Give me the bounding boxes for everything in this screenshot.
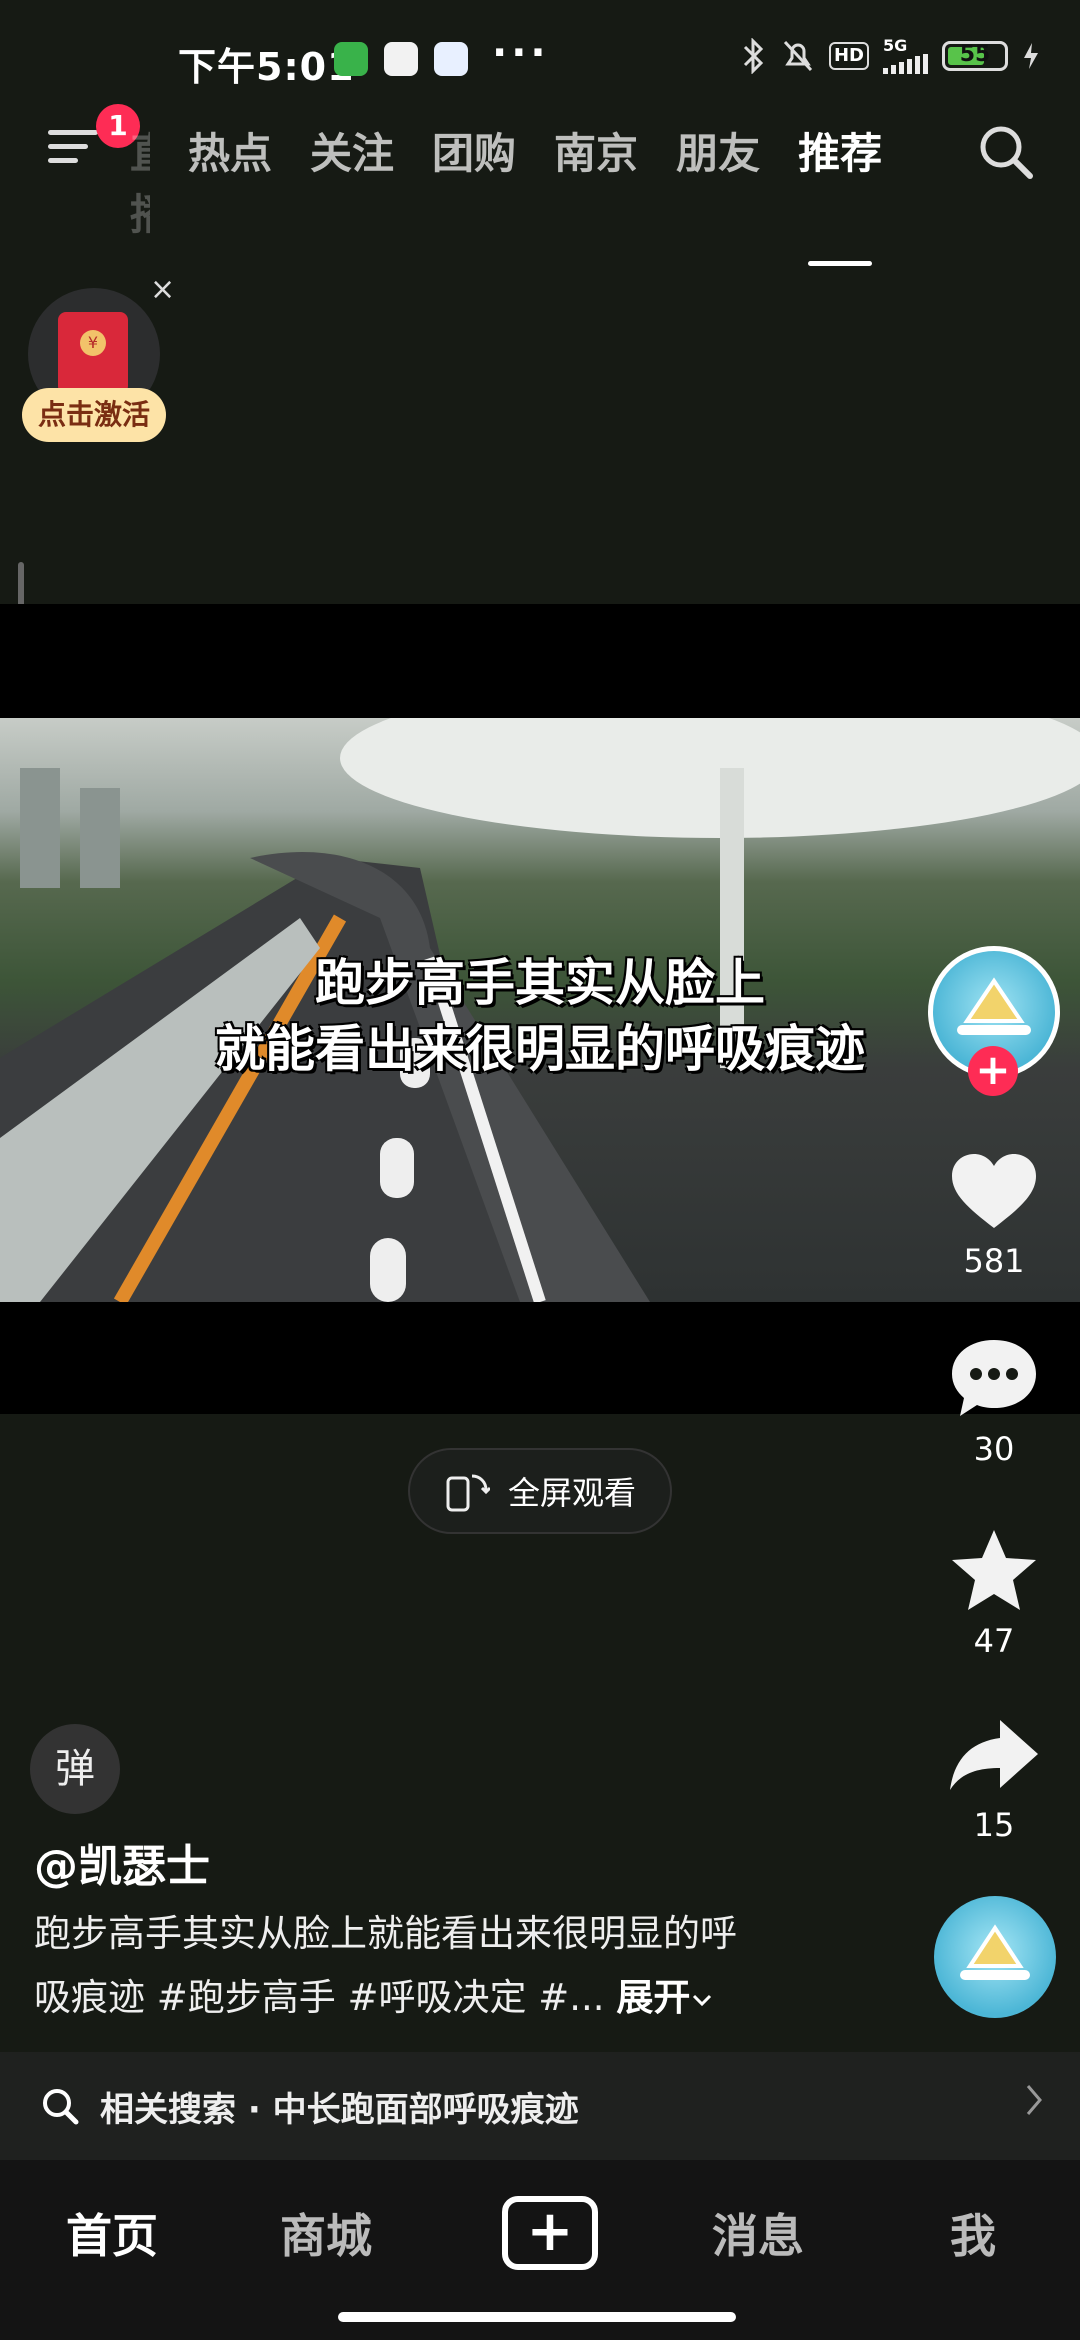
nav-home[interactable]: 首页 bbox=[66, 2200, 158, 2266]
tab-live[interactable]: 直播 bbox=[130, 120, 150, 242]
status-right-icons: HD 5G 55 bbox=[741, 38, 1040, 74]
cellular-signal: 5G bbox=[883, 38, 928, 74]
description-line-1: 跑步高手其实从脸上就能看出来很明显的呼 bbox=[34, 1912, 737, 1955]
network-type: 5G bbox=[883, 36, 908, 55]
share-count: 15 bbox=[973, 1806, 1015, 1844]
subtitle-line-2: 就能看出来很明显的呼吸痕迹 bbox=[215, 1019, 865, 1078]
fullscreen-label: 全屏观看 bbox=[507, 1474, 636, 1512]
activate-button[interactable]: 点击激活 bbox=[22, 388, 166, 442]
signal-bars-icon bbox=[883, 54, 928, 74]
tab-hot[interactable]: 热点 bbox=[188, 120, 272, 242]
mute-bell-icon bbox=[783, 40, 813, 72]
music-disc-avatar[interactable] bbox=[934, 1896, 1056, 2018]
chevron-right-icon bbox=[1026, 2085, 1042, 2115]
bluetooth-icon bbox=[743, 38, 764, 74]
tab-group-buy[interactable]: 团购 bbox=[432, 120, 516, 242]
hd-icon: HD bbox=[828, 42, 869, 70]
red-envelope-seal: ¥ bbox=[80, 330, 106, 356]
description-line-2: 吸痕迹 #跑步高手 #呼吸决定 #... 展开 bbox=[34, 1966, 854, 2030]
battery-icon: 55 bbox=[942, 41, 1008, 71]
wechat-notification-icon bbox=[334, 42, 368, 76]
expand-button[interactable]: 展开 bbox=[616, 1976, 714, 2019]
chevron-down-icon bbox=[693, 1994, 712, 2007]
status-bar: 下午5:01 ··· HD 5G 55 bbox=[0, 0, 1080, 120]
cloud-app-notification-icon bbox=[434, 42, 468, 76]
search-icon bbox=[43, 2089, 79, 2125]
favorite-star-icon[interactable] bbox=[948, 1526, 1040, 1614]
58-app-notification-icon bbox=[384, 42, 418, 76]
video-letterbox-bottom bbox=[0, 1302, 1080, 1414]
author-name[interactable]: @凯瑟士 bbox=[34, 1830, 210, 1894]
nav-mall[interactable]: 商城 bbox=[280, 2200, 372, 2266]
charging-icon bbox=[1024, 43, 1038, 69]
video-letterbox-top bbox=[0, 604, 1080, 718]
battery-level: 55 bbox=[959, 42, 991, 67]
share-arrow-icon[interactable] bbox=[946, 1716, 1042, 1794]
top-tabs: 直播 热点 关注 团购 南京 朋友 推荐 bbox=[130, 120, 882, 266]
fullscreen-button[interactable]: 全屏观看 bbox=[408, 1448, 672, 1534]
more-notifications-icon: ··· bbox=[492, 30, 550, 76]
menu-button[interactable] bbox=[48, 130, 102, 174]
create-button[interactable]: + bbox=[502, 2196, 598, 2270]
video-description: 跑步高手其实从脸上就能看出来很明显的呼 吸痕迹 #跑步高手 #呼吸决定 #...… bbox=[34, 1902, 854, 2030]
related-search-text: 相关搜索 · 中长跑面部呼吸痕迹 bbox=[100, 2089, 579, 2130]
follow-button[interactable]: + bbox=[968, 1046, 1018, 1096]
nav-me[interactable]: 我 bbox=[950, 2200, 996, 2266]
tab-friends[interactable]: 朋友 bbox=[676, 120, 760, 242]
like-count: 581 bbox=[963, 1242, 1025, 1280]
tab-recommend[interactable]: 推荐 bbox=[798, 120, 882, 266]
rotate-screen-icon bbox=[446, 1474, 490, 1512]
brand-logo-icon bbox=[960, 1924, 1030, 1980]
nav-messages[interactable]: 消息 bbox=[712, 2200, 804, 2266]
danmu-toggle-button[interactable]: 弹 bbox=[30, 1724, 120, 1814]
search-icon[interactable] bbox=[976, 122, 1036, 182]
tab-following[interactable]: 关注 bbox=[310, 120, 394, 242]
home-indicator[interactable] bbox=[338, 2312, 736, 2322]
close-icon[interactable]: × bbox=[150, 272, 175, 307]
tab-nanjing[interactable]: 南京 bbox=[554, 120, 638, 242]
like-heart-icon[interactable] bbox=[948, 1150, 1040, 1232]
video-subtitle: 跑步高手其实从脸上 就能看出来很明显的呼吸痕迹 bbox=[0, 950, 1080, 1082]
comment-icon[interactable] bbox=[950, 1336, 1038, 1420]
comment-count: 30 bbox=[973, 1430, 1015, 1468]
description-text: 吸痕迹 #跑步高手 #呼吸决定 #... bbox=[34, 1976, 605, 2019]
subtitle-line-1: 跑步高手其实从脸上 bbox=[315, 953, 765, 1012]
related-search-bar[interactable]: 相关搜索 · 中长跑面部呼吸痕迹 bbox=[0, 2052, 1080, 2160]
status-time: 下午5:01 bbox=[178, 45, 355, 89]
expand-label: 展开 bbox=[616, 1976, 691, 2019]
favorite-count: 47 bbox=[973, 1622, 1015, 1660]
